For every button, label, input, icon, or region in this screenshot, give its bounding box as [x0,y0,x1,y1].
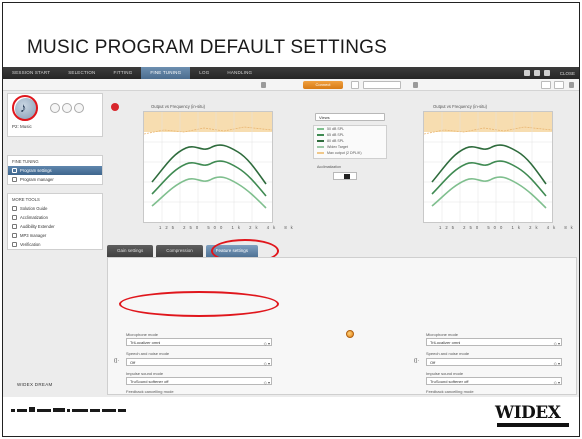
acclimatization-label: Acclimatization [317,165,341,169]
nav-session-start[interactable]: SESSION START [3,67,59,79]
sidebar-item-mp3-manager[interactable]: MP3 manager [8,231,102,240]
sidebar-item-program-manager[interactable]: Program manager [8,175,102,184]
sidebar-item-verification[interactable]: Verification [8,240,102,249]
right-mic-mode-label: Microphone mode [426,332,459,337]
nav-handling[interactable]: HANDLING [218,67,261,79]
nav-fitting[interactable]: FITTING [105,67,142,79]
legend-item-80: 80 dB SPL [317,139,344,143]
product-name: WIDEX DREAM [17,382,53,387]
slide-frame: MUSIC PROGRAM DEFAULT SETTINGS SESSION S… [2,2,580,437]
left-impulse-label: Impulse sound mode [126,371,164,376]
manager-icon [12,177,17,182]
more-tools-section: MORE TOOLS Solution Guide Acclimatizatio… [7,193,103,250]
fine-tuning-section: FINE TUNING Program settings Program man… [7,155,103,185]
left-feedback-label: Feedback cancelling mode [126,389,174,394]
left-impulse-select[interactable]: TruSound softener off ◇ ▾ [126,377,272,385]
fine-tuning-title: FINE TUNING [12,159,39,164]
connect-button[interactable]: Connect [303,81,343,89]
more-tools-title: MORE TOOLS [12,197,40,202]
print-icon[interactable] [533,70,540,76]
feature-settings-panel: Microphone mode TriLocalizer omni ◇ ▾ Spe… [107,257,577,395]
nav-log[interactable]: LOG [190,67,218,79]
widex-logo-word: WIDEX [495,403,561,423]
link-ears-icon[interactable] [346,330,354,338]
left-panel: ♪ P2: Music FINE TUNING Program settings… [7,93,103,393]
dropdown-arrow-icon: ◇ ▾ [263,361,270,366]
left-graph-plot [143,112,273,222]
close-button[interactable]: CLOSE [560,71,575,76]
footer-garbled-text [11,407,126,412]
slide-title: MUSIC PROGRAM DEFAULT SETTINGS [27,37,388,58]
sidebar-item-solution-guide[interactable]: Solution Guide [8,204,102,213]
acclimatization-selector[interactable] [333,172,357,180]
right-graph [423,111,553,223]
save-icon[interactable] [523,70,530,76]
audibility-icon [12,224,17,229]
left-graph [143,111,273,223]
left-speech-noise-label: Speech and noise mode [126,351,170,356]
left-ear-icon[interactable] [261,82,266,88]
left-mic-mode-label: Microphone mode [126,332,159,337]
legend-item-65: 65 dB SPL [317,133,344,137]
dropdown-arrow-icon: ◇ ▾ [553,361,560,366]
right-ear-icon: ((· [414,358,419,364]
program-name: P2: Music [12,124,32,129]
zoom-toggle[interactable] [554,81,564,89]
nav-fine-tuning[interactable]: FINE TUNING [141,67,191,79]
right-graph-plot [423,112,553,222]
toolbar-toggle[interactable] [351,81,359,89]
top-nav: SESSION START SELECTION FITTING FINE TUN… [3,67,579,79]
mp3-icon [12,233,17,238]
sidebar-item-program-settings[interactable]: Program settings [8,166,102,175]
right-impulse-select[interactable]: TruSound softener off ◇ ▾ [426,377,562,385]
right-graph-title: Output vs Frequency (in-situ) [433,104,487,109]
legend-item-target: Widex Target [317,145,348,149]
left-mic-mode-select[interactable]: TriLocalizer omni ◇ ▾ [126,338,272,346]
sidebar-item-audibility-extender[interactable]: Audibility Extender [8,222,102,231]
tab-gain-settings[interactable]: Gain settings [107,245,154,257]
volume-icon[interactable] [569,82,574,88]
right-mic-mode-select[interactable]: TriLocalizer omni ◇ ▾ [426,338,562,346]
view-toggle[interactable] [541,81,551,89]
dropdown-arrow-icon: ◇ ▾ [553,341,560,346]
right-feedback-label: Feedback cancelling mode [426,389,474,394]
dropdown-arrow-icon: ◇ ▾ [263,341,270,346]
program-slot-3[interactable] [62,103,72,113]
tab-compression[interactable]: Compression [156,245,203,257]
left-ear-icon: ((· [114,358,119,364]
acclimatization-icon [12,215,17,220]
right-ear-icon[interactable] [413,82,418,88]
left-graph-xticks: 125 250 500 1k 2k 4k 8k [159,225,297,230]
toolbar-selector[interactable] [363,81,401,89]
views-dropdown[interactable]: Views [315,113,385,121]
dropdown-arrow-icon: ◇ ▾ [263,380,270,385]
legend-item-50: 50 dB SPL [317,127,344,131]
widex-logo: WIDEX [495,403,575,429]
help-icon[interactable] [543,70,550,76]
program-slot-2[interactable] [50,103,60,113]
highlight-oval-speech-noise [119,291,279,317]
verification-icon [12,242,17,247]
sidebar-item-acclimatization[interactable]: Acclimatization [8,213,102,222]
right-impulse-label: Impulse sound mode [426,371,464,376]
settings-icon [12,168,17,173]
left-graph-title: Output vs Frequency (in-situ) [151,104,205,109]
toolbar: Connect [3,79,579,91]
legend-item-max-output: Max output (2 DPL/K) [317,151,362,155]
graph-settings-panel: Views 50 dB SPL 65 dB SPL 80 dB SPL Wide… [303,113,389,189]
program-slot-4[interactable] [74,103,84,113]
nav-selection[interactable]: SELECTION [59,67,104,79]
solution-guide-icon [12,206,17,211]
right-speech-noise-select[interactable]: Off ◇ ▾ [426,358,562,366]
right-graph-xticks: 125 250 500 1k 2k 4k 8k [439,225,577,230]
widex-logo-tagline-bar [497,423,569,427]
compass-app-screenshot: SESSION START SELECTION FITTING FINE TUN… [3,67,579,397]
left-ear-indicator-icon[interactable] [111,103,119,111]
acclimatization-level-marker [344,174,350,179]
dropdown-arrow-icon: ◇ ▾ [553,380,560,385]
right-speech-noise-label: Speech and noise mode [426,351,470,356]
left-speech-noise-select[interactable]: Off ◇ ▾ [126,358,272,366]
highlight-circle-program [12,95,38,121]
